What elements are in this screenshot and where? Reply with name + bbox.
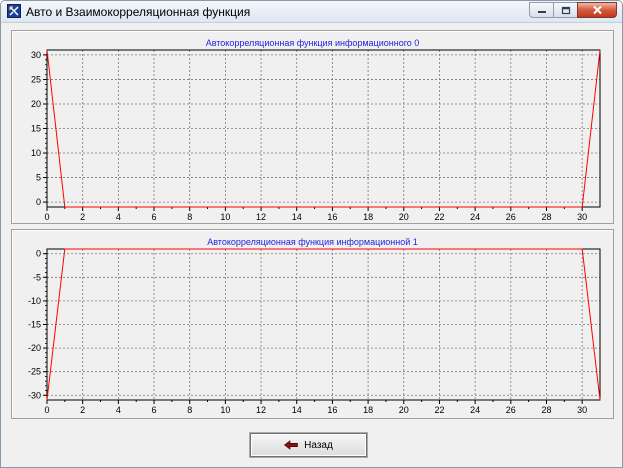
y-tick-label: -25 (28, 367, 41, 377)
window-title: Авто и Взаимокорреляционная функция (26, 5, 251, 19)
x-tick-label: 24 (470, 212, 480, 222)
x-tick-label: 28 (541, 212, 551, 222)
arrow-left-icon (284, 440, 298, 450)
y-tick-label: 15 (31, 124, 41, 134)
x-tick-label: 30 (577, 405, 587, 415)
back-button[interactable]: Назад (250, 433, 367, 457)
y-tick-label: 5 (36, 173, 41, 183)
x-tick-label: 22 (434, 212, 444, 222)
x-tick-label: 16 (327, 405, 337, 415)
x-tick-label: 16 (327, 212, 337, 222)
y-tick-label: 30 (31, 50, 41, 60)
caption-buttons (529, 2, 617, 19)
y-tick-label: -10 (28, 296, 41, 306)
x-tick-label: 2 (80, 212, 85, 222)
x-tick-label: 14 (292, 405, 302, 415)
x-tick-label: 4 (116, 405, 121, 415)
x-tick-label: 2 (80, 405, 85, 415)
x-tick-label: 18 (363, 405, 373, 415)
x-tick-label: 4 (116, 212, 121, 222)
minimize-icon (537, 11, 546, 13)
y-tick-label: 0 (36, 249, 41, 259)
x-tick-label: 8 (187, 212, 192, 222)
chart-1: 0 2 4 6 8 10 12 14 16 18 20 22 24 26 28 300-5-10-15-20-… (28, 248, 601, 415)
close-button[interactable] (577, 2, 617, 18)
x-tick-label: 12 (256, 405, 266, 415)
x-tick-label: 20 (399, 212, 409, 222)
close-icon (592, 5, 602, 15)
y-tick-label: -20 (28, 343, 41, 353)
x-tick-label: 0 (44, 212, 49, 222)
chart-panel-1: Автокорреляционная функция информационно… (11, 229, 614, 419)
y-tick-label: 10 (31, 148, 41, 158)
x-tick-label: 20 (399, 405, 409, 415)
x-tick-label: 22 (434, 405, 444, 415)
x-tick-label: 24 (470, 405, 480, 415)
y-tick-label: -5 (33, 272, 41, 282)
back-button-label: Назад (304, 439, 333, 451)
title-bar[interactable]: Авто и Взаимокорреляционная функция (1, 1, 622, 23)
x-tick-label: 0 (44, 405, 49, 415)
minimize-button[interactable] (529, 2, 554, 18)
x-tick-label: 8 (187, 405, 192, 415)
maximize-button[interactable] (553, 2, 578, 18)
x-tick-label: 10 (220, 405, 230, 415)
main-window: Авто и Взаимокорреляционная функция Авто… (0, 0, 623, 468)
chart-panel-0: Автокорреляционная функция информационно… (11, 30, 614, 224)
y-tick-label: -30 (28, 390, 41, 400)
maximize-icon (561, 6, 570, 14)
x-tick-label: 12 (256, 212, 266, 222)
x-tick-label: 28 (541, 405, 551, 415)
app-icon[interactable] (7, 4, 21, 18)
x-tick-label: 6 (152, 212, 157, 222)
y-tick-label: 20 (31, 99, 41, 109)
y-tick-label: 0 (36, 197, 41, 207)
y-tick-label: -15 (28, 320, 41, 330)
x-tick-label: 14 (292, 212, 302, 222)
x-tick-label: 26 (506, 212, 516, 222)
x-tick-label: 6 (152, 405, 157, 415)
chart-0: 0 2 4 6 8 10 12 14 16 18 20 22 24 26 28 30051015202530 (31, 49, 601, 222)
x-tick-label: 10 (220, 212, 230, 222)
y-tick-label: 25 (31, 74, 41, 84)
x-tick-label: 30 (577, 212, 587, 222)
x-tick-label: 18 (363, 212, 373, 222)
x-tick-label: 26 (506, 405, 516, 415)
